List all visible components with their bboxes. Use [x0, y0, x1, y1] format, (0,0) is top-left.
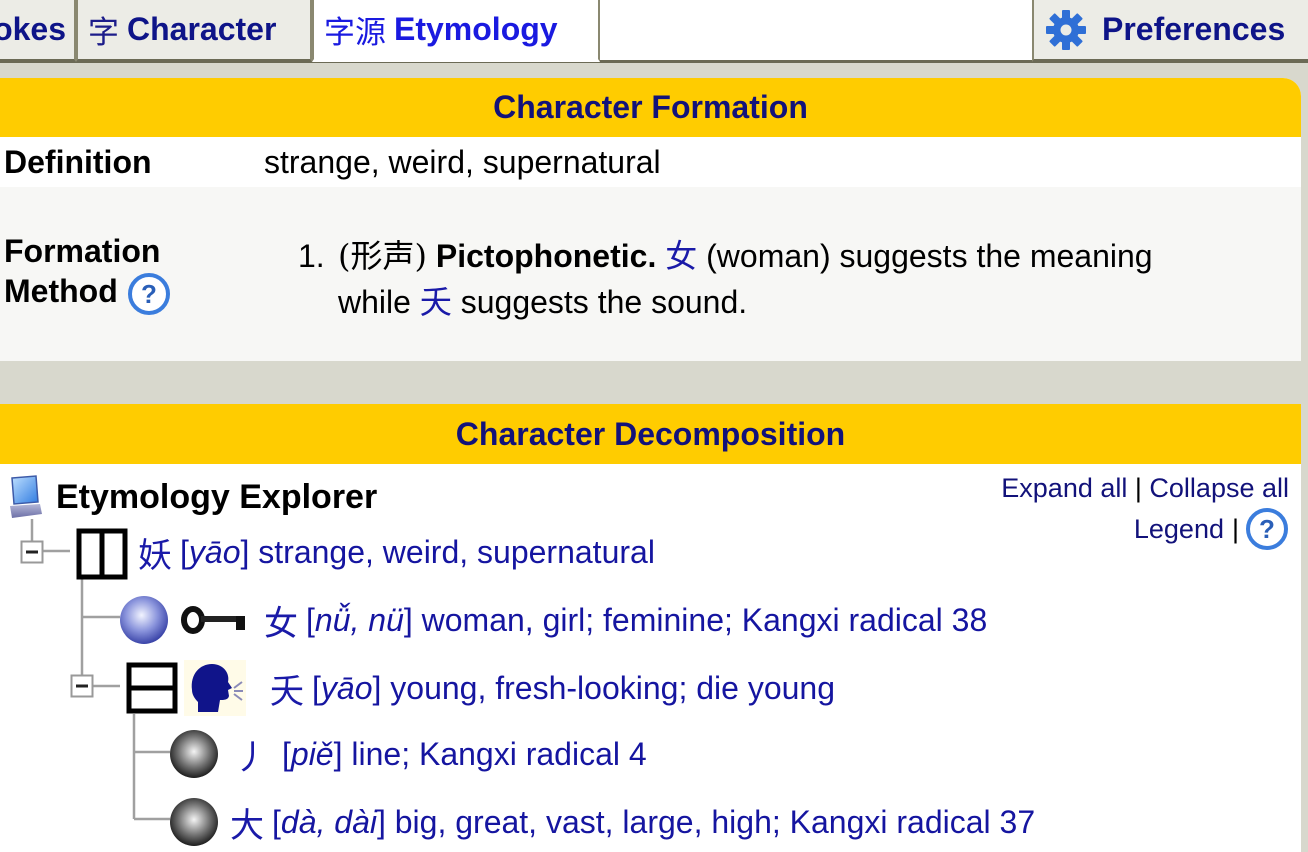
component-woman-link[interactable]: 女 — [665, 237, 697, 275]
formation-label-line2: Method — [4, 273, 118, 309]
node-gloss: strange, weird, supernatural — [258, 533, 655, 570]
tree-node-yao-sound[interactable]: 夭 [yāo] young, fresh-looking; die young — [270, 666, 835, 712]
top-bottom-structure-icon — [126, 662, 178, 714]
tab-bar: okes 字 Character 字源 Etymology Preference… — [0, 0, 1308, 63]
method-line2: while 夭 suggests the sound. — [298, 279, 1268, 325]
character-formation-title: Character Formation — [0, 78, 1301, 137]
method-type-cjk: (形声) — [338, 237, 427, 275]
method-while: while — [338, 284, 411, 320]
tab-etymology-label: Etymology — [394, 11, 558, 47]
node-gloss: young, fresh-looking; die young — [390, 669, 835, 706]
tab-character-label: Character — [127, 11, 277, 47]
formation-label-line1: Formation — [4, 233, 161, 269]
node-pinyin: nǚ, nü — [314, 601, 404, 638]
tab-character-cjk: 字 — [88, 15, 119, 51]
tab-character[interactable]: 字 Character — [76, 0, 312, 62]
svg-text:?: ? — [141, 279, 157, 309]
node-gloss: woman, girl; feminine; Kangxi radical 38 — [421, 601, 988, 638]
node-pinyin: piě — [290, 735, 334, 772]
formation-method-row: Formation Method ? 1. (形声) Pictophonetic.… — [0, 187, 1301, 361]
black-ball-icon — [170, 798, 218, 846]
tree-node-yao[interactable]: 妖 [yāo] strange, weird, supernatural — [138, 530, 655, 576]
node-pinyin: yāo — [188, 533, 241, 570]
collapse-toggle-icon[interactable] — [20, 540, 44, 564]
tab-strokes-label: okes — [0, 11, 66, 47]
method-type-label: Pictophonetic. — [435, 238, 657, 274]
definition-row: Definition strange, weird, supernatural — [0, 137, 1301, 187]
method-number: 1. — [298, 238, 325, 274]
component-yao-link[interactable]: 夭 — [420, 283, 452, 321]
node-char: 夭 — [270, 671, 304, 712]
tree-node-pie[interactable]: 丿 [piě] line; Kangxi radical 4 — [234, 732, 647, 778]
tree-node-nu[interactable]: 女 [nǚ, nü] woman, girl; feminine; Kangxi… — [264, 598, 988, 644]
black-ball-icon — [170, 730, 218, 778]
node-pinyin: dà, dài — [280, 803, 377, 840]
component-woman-gloss: (woman) suggests the meaning — [706, 238, 1153, 274]
node-char: 女 — [264, 603, 298, 644]
character-formation-panel: Character Formation Definition strange, … — [0, 78, 1301, 361]
node-char: 丿 — [234, 737, 268, 778]
node-pinyin: yāo — [320, 669, 373, 706]
node-gloss: line; Kangxi radical 4 — [351, 735, 647, 772]
character-decomposition-panel: Character Decomposition Etymology Explor… — [0, 404, 1301, 852]
etymology-tree: 妖 [yāo] strange, weird, supernatural 女 [… — [0, 404, 1301, 852]
speaking-head-icon — [184, 660, 246, 716]
left-right-structure-icon — [76, 528, 128, 580]
formation-method-label: Formation Method ? — [4, 231, 171, 316]
node-char: 大 — [230, 805, 264, 846]
help-icon[interactable]: ? — [127, 272, 171, 316]
blue-ball-icon — [120, 596, 168, 644]
key-icon — [181, 606, 245, 634]
tab-etymology[interactable]: 字源 Etymology — [312, 0, 600, 62]
tab-strokes[interactable]: okes — [0, 0, 76, 62]
tab-preferences-label: Preferences — [1102, 11, 1286, 47]
definition-label: Definition — [4, 143, 152, 180]
tab-preferences[interactable]: Preferences — [1032, 0, 1308, 62]
component-yao-gloss: suggests the sound. — [460, 284, 748, 320]
node-char: 妖 — [138, 535, 172, 576]
gear-icon — [1046, 9, 1086, 50]
formation-method-value: 1. (形声) Pictophonetic. 女 (woman) suggests… — [298, 233, 1268, 325]
definition-value: strange, weird, supernatural — [264, 143, 661, 180]
tab-etymology-cjk: 字源 — [324, 15, 386, 51]
node-gloss: big, great, vast, large, high; Kangxi ra… — [394, 803, 1036, 840]
tree-node-da[interactable]: 大 [dà, dài] big, great, vast, large, hig… — [230, 800, 1036, 846]
collapse-toggle-icon[interactable] — [70, 674, 94, 698]
